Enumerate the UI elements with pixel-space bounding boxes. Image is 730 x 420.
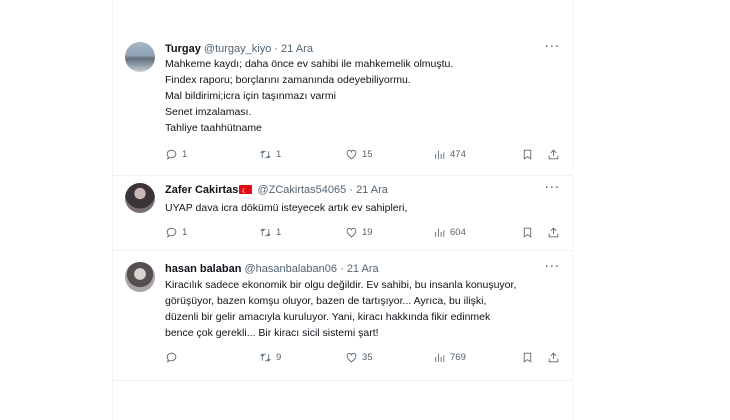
- author-name[interactable]: Turgay: [165, 43, 201, 55]
- retweet-icon: [260, 150, 271, 159]
- bookmark-icon: [523, 352, 532, 363]
- author-name[interactable]: hasan balaban: [165, 263, 241, 275]
- views-icon: [435, 228, 445, 237]
- tweet[interactable]: Zafer Cakirtas @ZCakirtas54065 · 21 Ara …: [113, 175, 572, 251]
- author-handle[interactable]: @hasanbalaban06: [244, 263, 337, 275]
- like-count: 35: [362, 352, 373, 363]
- timeline: Turgay @turgay_kiyo · 21 Ara ··· Mahkeme…: [112, 0, 573, 420]
- reply-button[interactable]: [165, 351, 182, 364]
- retweet-button[interactable]: 9: [259, 351, 281, 364]
- like-count: 15: [362, 149, 373, 160]
- more-icon[interactable]: ···: [545, 181, 560, 196]
- views-count: 769: [450, 352, 466, 363]
- like-button[interactable]: 35: [345, 351, 373, 364]
- separator: ·: [274, 43, 279, 55]
- share-button[interactable]: [547, 226, 560, 239]
- reply-button[interactable]: 1: [165, 226, 187, 239]
- views-count: 474: [450, 149, 466, 160]
- views-button[interactable]: 769: [433, 351, 466, 364]
- bookmark-button[interactable]: [521, 351, 534, 364]
- retweet-count: 9: [276, 352, 282, 363]
- avatar[interactable]: [125, 42, 155, 72]
- share-button[interactable]: [547, 148, 560, 161]
- author-name[interactable]: Zafer Cakirtas: [165, 184, 238, 196]
- tweet-text-line: Findex raporu; borçlarını zamanında odey…: [165, 74, 411, 86]
- like-button[interactable]: 15: [345, 148, 373, 161]
- bookmark-icon: [523, 149, 532, 160]
- retweet-icon: [260, 228, 271, 237]
- tweet-text-line: Mal bildirimi;icra için taşınmazı varmi: [165, 90, 336, 102]
- action-bar: 1 1 19 604: [165, 226, 560, 242]
- bookmark-icon: [523, 227, 532, 238]
- reply-icon: [166, 227, 177, 238]
- tweet[interactable]: hasan balaban @hasanbalaban06 · 21 Ara ·…: [113, 250, 572, 381]
- avatar[interactable]: [125, 262, 155, 292]
- more-icon[interactable]: ···: [545, 40, 560, 55]
- more-icon[interactable]: ···: [545, 260, 560, 275]
- share-button[interactable]: [547, 351, 560, 364]
- turkey-flag-icon: [239, 184, 253, 198]
- separator: ·: [340, 263, 344, 275]
- tweet-text-line: Mahkeme kaydı; daha önce ev sahibi ile m…: [165, 58, 454, 70]
- tweet-text-line: bence çok gerekli... Bir kiracı sicil si…: [165, 327, 379, 339]
- tweet-text-line: Senet imzalaması.: [165, 106, 252, 118]
- retweet-count: 1: [276, 149, 282, 160]
- separator: ·: [349, 184, 353, 196]
- like-count: 19: [362, 227, 373, 238]
- views-button[interactable]: 474: [433, 148, 466, 161]
- action-bar: 9 35 769: [165, 351, 560, 367]
- share-icon: [548, 227, 559, 238]
- tweet-header: Zafer Cakirtas @ZCakirtas54065 · 21 Ara: [165, 183, 388, 198]
- share-icon: [548, 149, 559, 160]
- views-icon: [435, 353, 445, 362]
- tweet-text: UYAP dava icra dökümü isteyecek artık ev…: [165, 200, 560, 216]
- retweet-count: 1: [276, 227, 282, 238]
- tweet-text-line: Kiracılık sadece ekonomik bir olgu değil…: [165, 279, 517, 291]
- share-icon: [548, 352, 559, 363]
- bookmark-button[interactable]: [521, 226, 534, 239]
- tweet-date[interactable]: 21 Ara: [281, 43, 313, 55]
- like-button[interactable]: 19: [345, 226, 373, 239]
- retweet-button[interactable]: 1: [259, 226, 281, 239]
- reply-count: 1: [182, 149, 188, 160]
- author-handle[interactable]: @turgay_kiyo: [204, 43, 271, 55]
- heart-icon: [346, 149, 357, 160]
- views-icon: [435, 150, 445, 159]
- tweet-header: Turgay @turgay_kiyo · 21 Ara: [165, 42, 313, 56]
- heart-icon: [346, 227, 357, 238]
- views-count: 604: [450, 227, 466, 238]
- views-button[interactable]: 604: [433, 226, 466, 239]
- tweet-date[interactable]: 21 Ara: [356, 184, 388, 196]
- tweet-text-line: UYAP dava icra dökümü isteyecek artık ev…: [165, 202, 408, 214]
- tweet-text-line: düzenli bir gelir amacıyla kuruluyor. Ya…: [165, 311, 491, 323]
- heart-icon: [346, 352, 357, 363]
- tweet-text-line: görüşüyor, bazen komşu oluyor, bazen de …: [165, 295, 487, 307]
- reply-count: 1: [182, 227, 188, 238]
- reply-button[interactable]: 1: [165, 148, 187, 161]
- retweet-icon: [260, 353, 271, 362]
- tweet-header: hasan balaban @hasanbalaban06 · 21 Ara: [165, 262, 379, 276]
- retweet-button[interactable]: 1: [259, 148, 281, 161]
- tweet-text: Kiracılık sadece ekonomik bir olgu değil…: [165, 277, 560, 341]
- tweet-text-line: Tahliye taahhütname: [165, 122, 262, 134]
- tweet-date[interactable]: 21 Ara: [347, 263, 379, 275]
- bookmark-button[interactable]: [521, 148, 534, 161]
- tweet[interactable]: Turgay @turgay_kiyo · 21 Ara ··· Mahkeme…: [113, 31, 572, 176]
- reply-icon: [166, 149, 177, 160]
- avatar[interactable]: [125, 183, 155, 213]
- action-bar: 1 1 15 474: [165, 148, 560, 164]
- tweet-text: Mahkeme kaydı; daha önce ev sahibi ile m…: [165, 56, 560, 136]
- reply-icon: [166, 352, 177, 363]
- author-handle[interactable]: @ZCakirtas54065: [257, 184, 346, 196]
